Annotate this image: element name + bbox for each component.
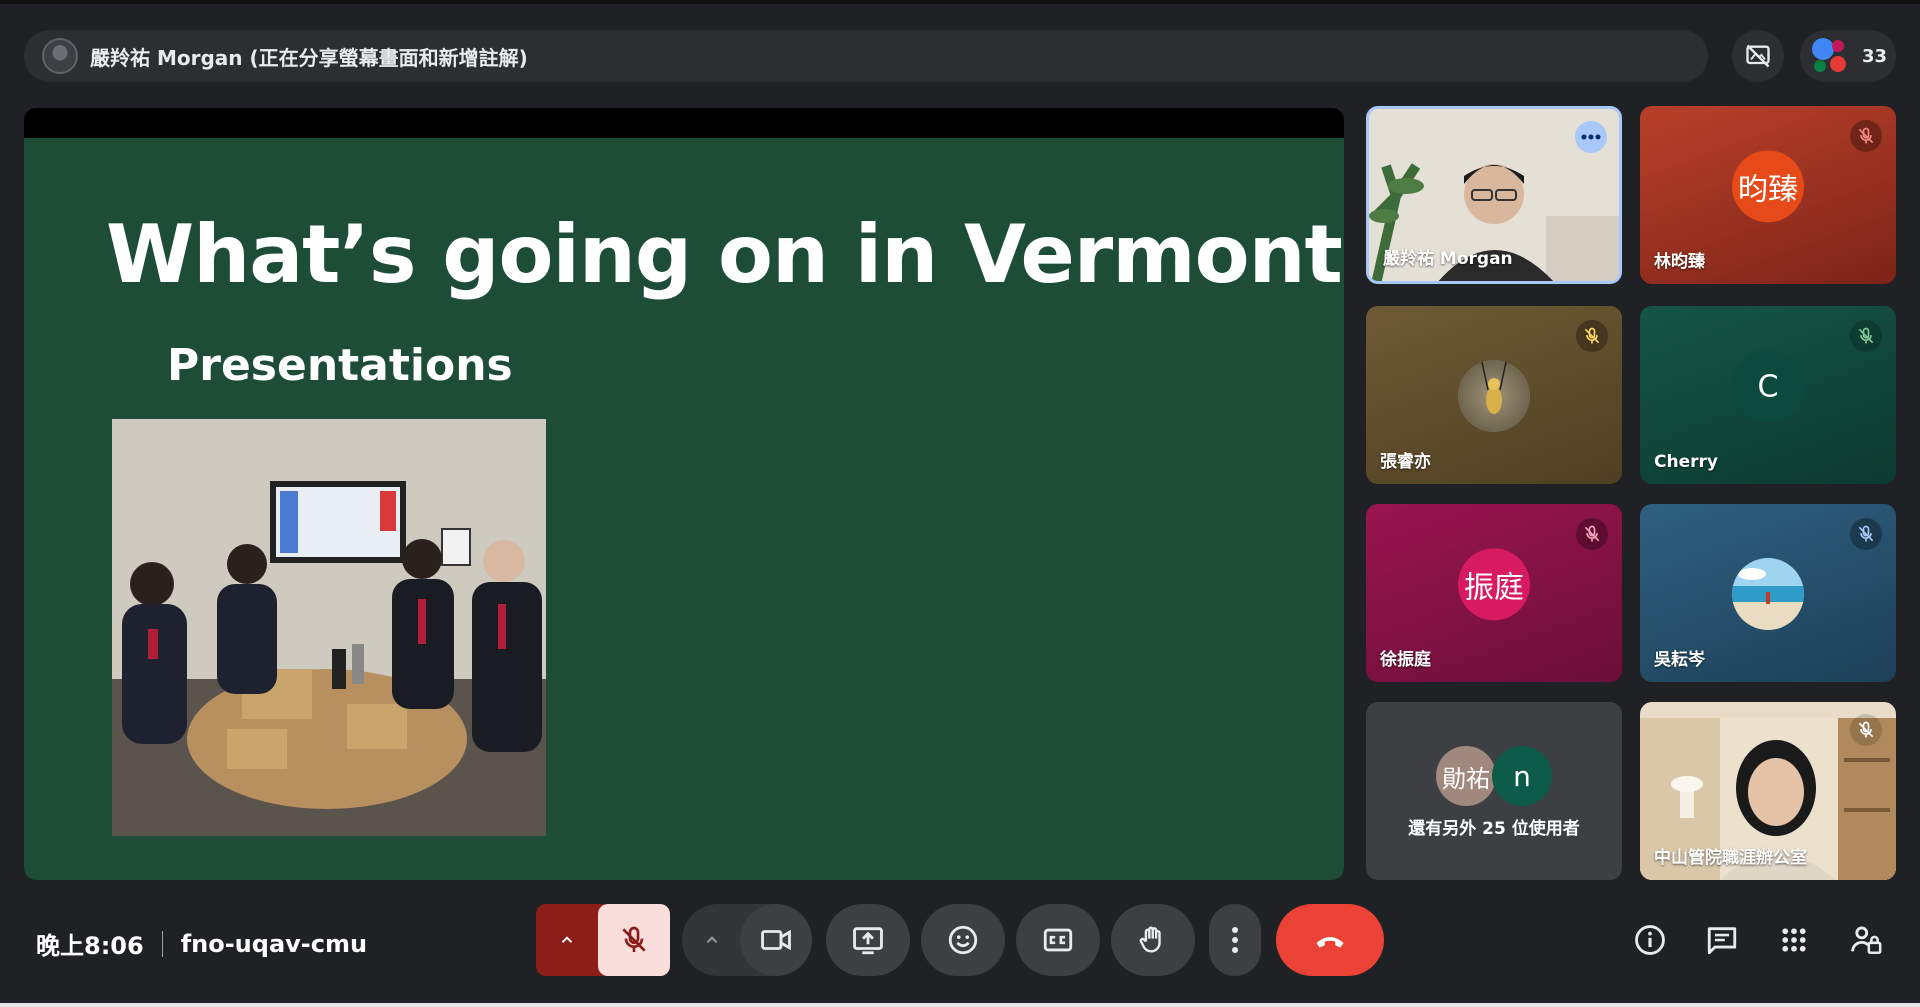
participant-tile-career-office[interactable]: 中山管院職涯辦公室 bbox=[1640, 702, 1896, 880]
more-options-button[interactable] bbox=[1209, 904, 1261, 976]
activities-icon bbox=[1782, 928, 1806, 952]
camera-toggle-button[interactable] bbox=[740, 904, 812, 976]
slide-subtitle: Presentations bbox=[167, 340, 513, 391]
host-controls-button[interactable] bbox=[1846, 920, 1886, 960]
meeting-details-button[interactable] bbox=[1630, 920, 1670, 960]
slide-title: What’s going on in Vermont? bbox=[106, 208, 1344, 301]
participant-avatars-icon bbox=[1812, 38, 1848, 74]
captions-icon bbox=[1043, 928, 1073, 952]
participant-name: Cherry bbox=[1654, 452, 1718, 472]
info-icon bbox=[1635, 925, 1665, 955]
participant-initials-avatar: n bbox=[1492, 746, 1552, 806]
participant-initials-avatar: C bbox=[1732, 350, 1804, 423]
presenter-banner-text: 嚴羚祐 Morgan (正在分享螢幕畫面和新增註解) bbox=[90, 45, 528, 70]
participant-tile-wuyuncen[interactable]: 吳耘岑 bbox=[1640, 504, 1896, 682]
participant-photo-avatar bbox=[1458, 360, 1530, 432]
participant-count: 33 bbox=[1862, 45, 1888, 67]
window-bottom-edge bbox=[0, 1003, 1920, 1007]
presentation-stage: What’s going on in Vermont? Presentation… bbox=[24, 108, 1344, 880]
participant-photo-avatar bbox=[1732, 558, 1804, 630]
slide-group-photo bbox=[112, 419, 546, 836]
presenter-avatar bbox=[42, 38, 78, 74]
present-screen-icon bbox=[853, 927, 883, 955]
host-controls-icon bbox=[1851, 926, 1882, 955]
participant-options-button[interactable] bbox=[1575, 121, 1607, 153]
participant-tile-xuzhenting[interactable]: 振庭 徐振庭 bbox=[1366, 504, 1622, 682]
participant-initials-avatar: 勛祐 bbox=[1436, 746, 1496, 806]
more-participants-tile[interactable]: 勛祐 n 還有另外 25 位使用者 bbox=[1366, 702, 1622, 880]
hide-annotations-button[interactable] bbox=[1732, 30, 1784, 82]
participant-name: 林昀臻 bbox=[1654, 252, 1705, 272]
mic-off-icon bbox=[1858, 721, 1874, 738]
current-time: 晚上8:06 bbox=[36, 932, 144, 960]
leave-call-button[interactable] bbox=[1276, 904, 1384, 976]
window-top-edge bbox=[0, 0, 1920, 4]
participant-name: 吳耘岑 bbox=[1654, 650, 1705, 670]
mic-muted-indicator bbox=[1850, 120, 1882, 152]
mic-off-icon bbox=[1584, 525, 1600, 542]
mic-off-icon bbox=[1858, 525, 1874, 542]
participant-initials-avatar: 昀臻 bbox=[1732, 150, 1804, 223]
mic-off-icon bbox=[1858, 127, 1874, 144]
participant-tile-linyunzhen[interactable]: 昀臻 林昀臻 bbox=[1640, 106, 1896, 284]
mic-muted-indicator bbox=[1576, 320, 1608, 352]
chat-icon bbox=[1707, 927, 1737, 955]
mic-off-icon bbox=[622, 926, 646, 952]
slide: What’s going on in Vermont? Presentation… bbox=[24, 138, 1344, 880]
meeting-code: fno-uqav-cmu bbox=[180, 929, 368, 958]
participant-tile-cherry[interactable]: C Cherry bbox=[1640, 306, 1896, 484]
participant-tile-zhangruiyi[interactable]: 張睿亦 bbox=[1366, 306, 1622, 484]
chat-button[interactable] bbox=[1702, 920, 1742, 960]
camera-control-group bbox=[682, 904, 812, 976]
divider bbox=[161, 930, 163, 957]
participants-count-button[interactable]: 33 bbox=[1800, 30, 1896, 82]
end-call-icon bbox=[1316, 937, 1344, 948]
camera-icon bbox=[761, 929, 791, 951]
chevron-up-icon bbox=[561, 936, 573, 943]
present-screen-button[interactable] bbox=[826, 904, 910, 976]
no-annotations-icon bbox=[1746, 44, 1770, 68]
participant-name: 嚴羚祐 Morgan bbox=[1383, 249, 1513, 269]
chevron-up-icon bbox=[706, 936, 718, 943]
activities-button[interactable] bbox=[1774, 920, 1814, 960]
mic-muted-indicator bbox=[1850, 714, 1882, 746]
participant-name: 中山管院職涯辦公室 bbox=[1654, 848, 1807, 868]
microphone-control-group bbox=[536, 904, 670, 976]
raise-hand-button[interactable] bbox=[1111, 904, 1195, 976]
participant-tile-morgan[interactable]: 嚴羚祐 Morgan bbox=[1366, 106, 1622, 284]
mic-muted-indicator bbox=[1850, 518, 1882, 550]
captions-button[interactable] bbox=[1016, 904, 1100, 976]
raise-hand-icon bbox=[1139, 926, 1161, 953]
mic-muted-indicator bbox=[1850, 320, 1882, 352]
emoji-icon bbox=[948, 925, 978, 955]
participant-name: 張睿亦 bbox=[1380, 452, 1431, 472]
microphone-toggle-button[interactable] bbox=[598, 904, 670, 976]
mic-off-icon bbox=[1584, 327, 1600, 344]
more-participants-label: 還有另外 25 位使用者 bbox=[1408, 819, 1580, 839]
more-options-icon bbox=[1581, 134, 1601, 140]
more-vert-icon bbox=[1232, 927, 1238, 953]
participant-initials-avatar: 振庭 bbox=[1458, 548, 1530, 621]
mic-muted-indicator bbox=[1576, 518, 1608, 550]
audio-settings-button[interactable] bbox=[536, 904, 598, 976]
send-reaction-button[interactable] bbox=[921, 904, 1005, 976]
video-settings-button[interactable] bbox=[682, 904, 742, 976]
mic-off-icon bbox=[1858, 327, 1874, 344]
participant-name: 徐振庭 bbox=[1380, 650, 1431, 670]
meeting-info: 晚上8:06 fno-uqav-cmu bbox=[36, 926, 367, 961]
presenter-banner[interactable]: 嚴羚祐 Morgan (正在分享螢幕畫面和新增註解) bbox=[24, 30, 1708, 82]
